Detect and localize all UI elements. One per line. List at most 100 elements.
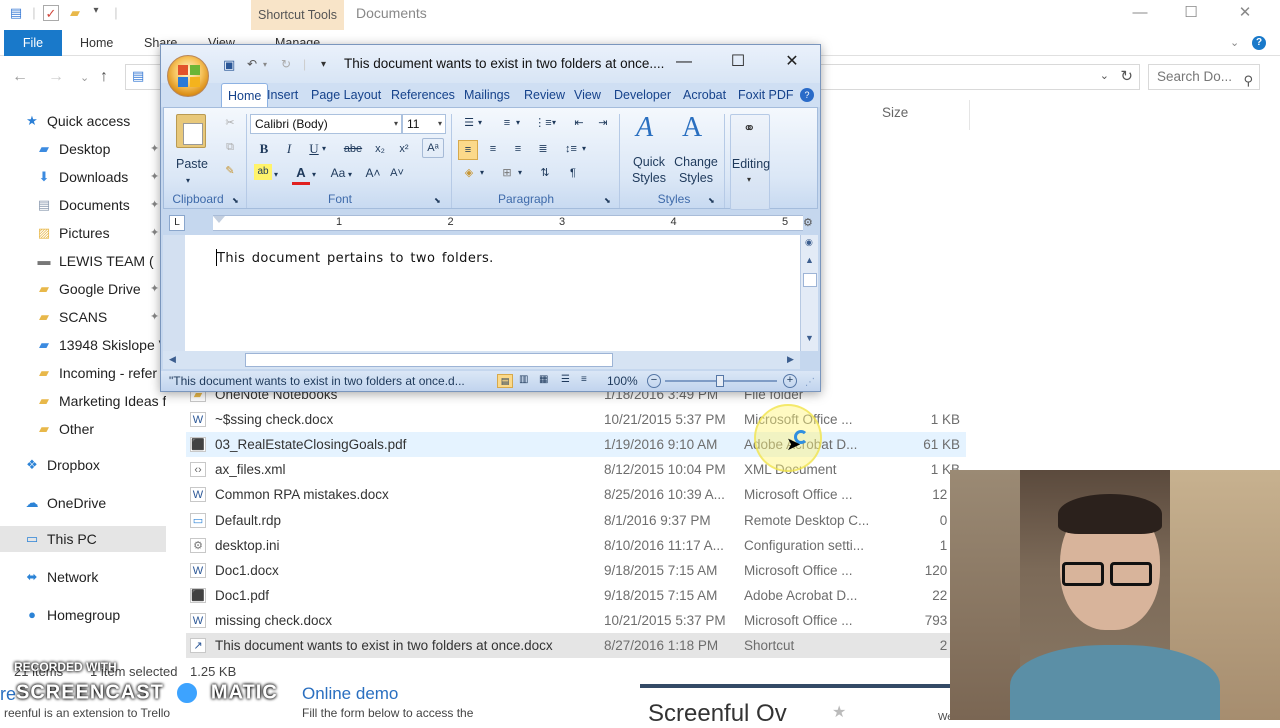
paragraph-launcher-icon[interactable]: ⬊ bbox=[604, 192, 611, 210]
tab-selector[interactable]: L bbox=[169, 215, 185, 231]
word-tab-page-layout[interactable]: Page Layout bbox=[311, 88, 381, 102]
sort-icon[interactable]: ⇅ bbox=[536, 164, 554, 182]
undo-icon[interactable]: ↶ bbox=[247, 57, 257, 71]
justify-button[interactable]: ≣ bbox=[534, 140, 552, 158]
word-minimize-button[interactable]: — bbox=[666, 49, 702, 75]
checkbox-icon[interactable]: ✓ bbox=[43, 5, 59, 21]
word-tab-foxit-pdf[interactable]: Foxit PDF bbox=[738, 88, 794, 102]
horizontal-scrollbar[interactable]: ◀ ▶ bbox=[163, 351, 800, 369]
document-body-text[interactable]: This document pertains to two folders. bbox=[217, 251, 494, 266]
borders-dropdown-icon[interactable]: ▾ bbox=[518, 164, 522, 182]
decrease-indent-icon[interactable]: ⇤ bbox=[570, 114, 588, 132]
expand-ribbon-icon[interactable]: ⌄ bbox=[1230, 36, 1239, 49]
grow-font-icon[interactable]: A˄ bbox=[364, 164, 382, 182]
new-folder-icon[interactable]: ▰ bbox=[67, 5, 83, 21]
numbering-dropdown-icon[interactable]: ▾ bbox=[516, 114, 520, 132]
sidebar-item-incoming-refer[interactable]: ▰ Incoming - refer bbox=[0, 360, 166, 386]
paste-icon[interactable] bbox=[176, 114, 206, 148]
tab-file[interactable]: File bbox=[4, 30, 62, 56]
italic-button[interactable]: I bbox=[281, 140, 297, 158]
sidebar-item-homegroup[interactable]: ● Homegroup bbox=[0, 602, 166, 628]
numbering-icon[interactable]: ≡ bbox=[498, 114, 516, 132]
office-button[interactable] bbox=[167, 55, 209, 97]
format-painter-icon[interactable]: ✎ bbox=[222, 162, 238, 180]
word-tab-insert[interactable]: Insert bbox=[267, 88, 298, 102]
file-row[interactable]: ⚙ desktop.ini 8/10/2016 11:17 A... Configur… bbox=[186, 533, 966, 558]
sidebar-item-onedrive[interactable]: ☁ OneDrive bbox=[0, 490, 166, 516]
styles-launcher-icon[interactable]: ⬊ bbox=[708, 192, 715, 210]
draft-view-icon[interactable]: ≡ bbox=[581, 374, 587, 386]
align-center-button[interactable]: ≡ bbox=[484, 140, 502, 158]
sidebar-item-dropbox[interactable]: ❖ Dropbox bbox=[0, 452, 166, 478]
scroll-right-icon[interactable]: ▶ bbox=[787, 354, 794, 365]
sidebar-item-scans[interactable]: ▰ SCANS ✦ bbox=[0, 304, 166, 330]
redo-icon[interactable]: ↻ bbox=[281, 57, 291, 71]
font-launcher-icon[interactable]: ⬊ bbox=[434, 192, 441, 210]
back-arrow-icon[interactable]: ← bbox=[12, 68, 28, 86]
minimize-button[interactable]: — bbox=[1117, 0, 1163, 28]
clipboard-launcher-icon[interactable]: ⬊ bbox=[232, 192, 239, 210]
change-case-dropdown-icon[interactable]: ▾ bbox=[348, 166, 352, 184]
file-row[interactable]: W Common RPA mistakes.docx 8/25/2016 10:39… bbox=[186, 482, 966, 507]
view-ruler-icon[interactable]: ⚙ bbox=[803, 216, 813, 229]
paste-button[interactable]: Paste bbox=[174, 156, 210, 172]
shrink-font-icon[interactable]: A˅ bbox=[388, 164, 406, 182]
line-spacing-dropdown-icon[interactable]: ▾ bbox=[582, 140, 586, 158]
sidebar-item-downloads[interactable]: ⬇ Downloads ✦ bbox=[0, 164, 166, 190]
align-left-button[interactable]: ≡ bbox=[458, 140, 478, 160]
borders-icon[interactable]: ⊞ bbox=[498, 164, 516, 182]
font-name-combobox[interactable]: Calibri (Body) ▾ bbox=[250, 114, 402, 134]
strikethrough-button[interactable]: abe bbox=[342, 140, 364, 158]
tab-home[interactable]: Home bbox=[80, 36, 113, 50]
paste-dropdown-icon[interactable]: ▾ bbox=[186, 172, 190, 190]
word-tab-mailings[interactable]: Mailings bbox=[464, 88, 510, 102]
increase-indent-icon[interactable]: ⇥ bbox=[594, 114, 612, 132]
file-row[interactable]: ↗ This document wants to exist in two fol… bbox=[186, 633, 966, 658]
scroll-down-icon[interactable]: ▼ bbox=[805, 333, 814, 343]
qat-dropdown-icon[interactable]: ▾ bbox=[88, 5, 104, 21]
first-line-indent-marker[interactable] bbox=[213, 216, 225, 223]
forward-arrow-icon[interactable]: → bbox=[48, 68, 64, 86]
sidebar-item-pictures[interactable]: ▨ Pictures ✦ bbox=[0, 220, 166, 246]
word-tab-home[interactable]: Home bbox=[221, 83, 269, 108]
word-tab-developer[interactable]: Developer bbox=[614, 88, 671, 102]
ruler-strip[interactable]: 1 2 3 4 5 bbox=[213, 215, 803, 231]
multilevel-list-icon[interactable]: ⋮≡ bbox=[534, 114, 552, 132]
sidebar-item-quick-access[interactable]: ★ Quick access bbox=[0, 108, 166, 134]
up-arrow-icon[interactable]: ↑ bbox=[100, 68, 108, 86]
file-row[interactable]: W Doc1.docx 9/18/2015 7:15 AM Microsoft Off… bbox=[186, 558, 966, 583]
sidebar-item-13948-skislope-v[interactable]: ▰ 13948 Skislope V bbox=[0, 332, 166, 358]
properties-icon[interactable]: ▤ bbox=[8, 5, 24, 21]
sidebar-item-other[interactable]: ▰ Other bbox=[0, 416, 166, 442]
word-tab-review[interactable]: Review bbox=[524, 88, 565, 102]
copy-icon[interactable]: ⧉ bbox=[222, 138, 238, 156]
full-screen-reading-icon[interactable]: ▥ bbox=[519, 374, 528, 386]
page-browse-icon[interactable]: ◉ bbox=[805, 237, 813, 248]
word-maximize-button[interactable]: ☐ bbox=[720, 49, 756, 75]
outline-view-icon[interactable]: ☰ bbox=[561, 374, 570, 386]
file-row[interactable]: Wmissing check.docx 10/21/2015 5:37 PM Mic… bbox=[186, 608, 966, 633]
hscroll-thumb[interactable] bbox=[245, 353, 613, 367]
change-styles-button[interactable]: Change Styles bbox=[672, 154, 720, 186]
word-tab-references[interactable]: References bbox=[391, 88, 455, 102]
file-row[interactable]: ⬛ 03_RealEstateClosingGoals.pdf 1/19/2016 … bbox=[186, 432, 966, 458]
zoom-level[interactable]: 100% bbox=[607, 371, 638, 391]
highlight-icon[interactable]: ab bbox=[254, 164, 272, 180]
word-help-icon[interactable]: ? bbox=[800, 88, 814, 102]
column-divider[interactable] bbox=[969, 100, 970, 130]
close-button[interactable]: ✕ bbox=[1222, 0, 1268, 28]
online-demo-link[interactable]: Online demo bbox=[302, 684, 398, 704]
cut-icon[interactable]: ✂ bbox=[222, 114, 238, 132]
subscript-button[interactable]: x₂ bbox=[371, 140, 389, 158]
save-icon[interactable]: ▣ bbox=[223, 57, 235, 73]
font-size-combobox[interactable]: 11 ▾ bbox=[402, 114, 446, 134]
sidebar-item-google-drive[interactable]: ▰ Google Drive ✦ bbox=[0, 276, 166, 302]
document-area[interactable]: This document pertains to two folders. bbox=[163, 235, 800, 351]
star-icon[interactable]: ★ bbox=[832, 702, 846, 722]
bullets-icon[interactable]: ☰ bbox=[460, 114, 478, 132]
superscript-button[interactable]: x² bbox=[395, 140, 413, 158]
font-color-dropdown-icon[interactable]: ▾ bbox=[312, 166, 316, 184]
word-close-button[interactable]: ✕ bbox=[774, 49, 810, 75]
shading-dropdown-icon[interactable]: ▾ bbox=[480, 164, 484, 182]
print-layout-view-icon[interactable]: ▤ bbox=[497, 374, 513, 388]
